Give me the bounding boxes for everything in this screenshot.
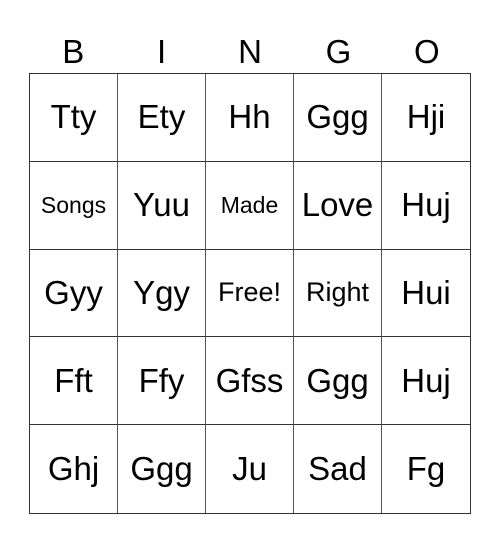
bingo-cell[interactable]: Hji [382,74,470,162]
bingo-cell[interactable]: Gyy [30,249,118,338]
bingo-cell[interactable]: Love [294,161,382,250]
bingo-cell[interactable]: Ggg [294,337,382,426]
bingo-cell[interactable]: Gfss [206,337,294,426]
bingo-grid: Tty Ety Hh Ggg Hji Songs Yuu Made Love H… [29,73,471,514]
bingo-cell[interactable]: Ety [118,74,206,162]
bingo-cell[interactable]: Ggg [294,74,382,162]
bingo-cell[interactable]: Hui [382,250,470,338]
header-letter-o: O [413,33,440,70]
bingo-cell[interactable]: Ygy [118,249,206,338]
bingo-cell[interactable]: Tty [30,74,118,162]
bingo-cell[interactable]: Huj [382,337,470,426]
bingo-cell[interactable]: Ggg [118,425,206,513]
bingo-cell[interactable]: Ghj [30,425,118,513]
bingo-cell[interactable]: Hh [206,74,294,162]
header-letter-i: I [157,33,167,70]
bingo-cell[interactable]: Huj [382,162,470,250]
bingo-cell[interactable]: Songs [30,161,118,250]
header-letter-n: N [238,33,262,70]
free-space-cell[interactable]: Free! [206,249,294,338]
bingo-cell[interactable]: Ju [206,425,294,513]
bingo-cell[interactable]: Ffy [118,337,206,426]
bingo-cell[interactable]: Made [206,161,294,250]
bingo-header: B I N G O [29,30,471,73]
header-letter-b: B [62,33,85,70]
bingo-cell[interactable]: Fft [30,337,118,426]
bingo-cell[interactable]: Fg [382,425,470,513]
bingo-cell[interactable]: Sad [294,425,382,513]
bingo-cell[interactable]: Right [294,249,382,338]
bingo-cell[interactable]: Yuu [118,161,206,250]
header-letter-g: G [325,33,352,70]
